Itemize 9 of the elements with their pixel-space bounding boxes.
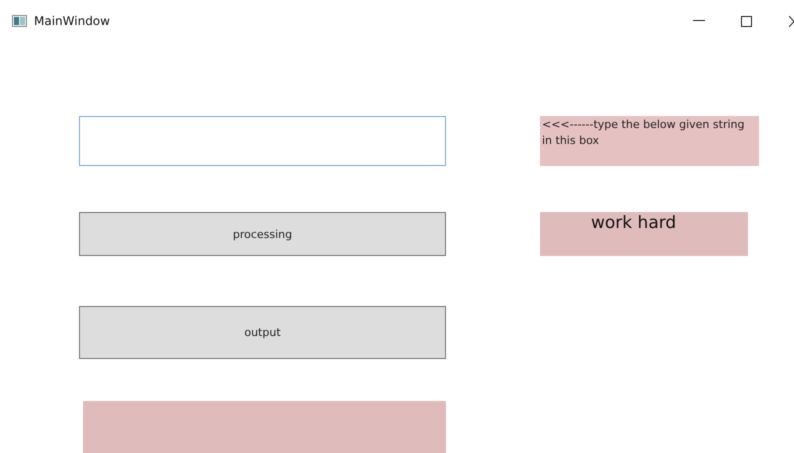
app-icon	[12, 15, 27, 27]
target-string-label: work hard	[540, 212, 748, 256]
maximize-icon[interactable]	[741, 16, 752, 26]
window-title: MainWindow	[34, 14, 110, 28]
action-button[interactable]: processing	[79, 212, 446, 256]
minimize-icon[interactable]	[693, 20, 705, 22]
input-field[interactable]	[79, 116, 446, 166]
action-button[interactable]: output	[79, 306, 446, 359]
hint-label: <<<------type the below given string in this box	[540, 116, 759, 166]
